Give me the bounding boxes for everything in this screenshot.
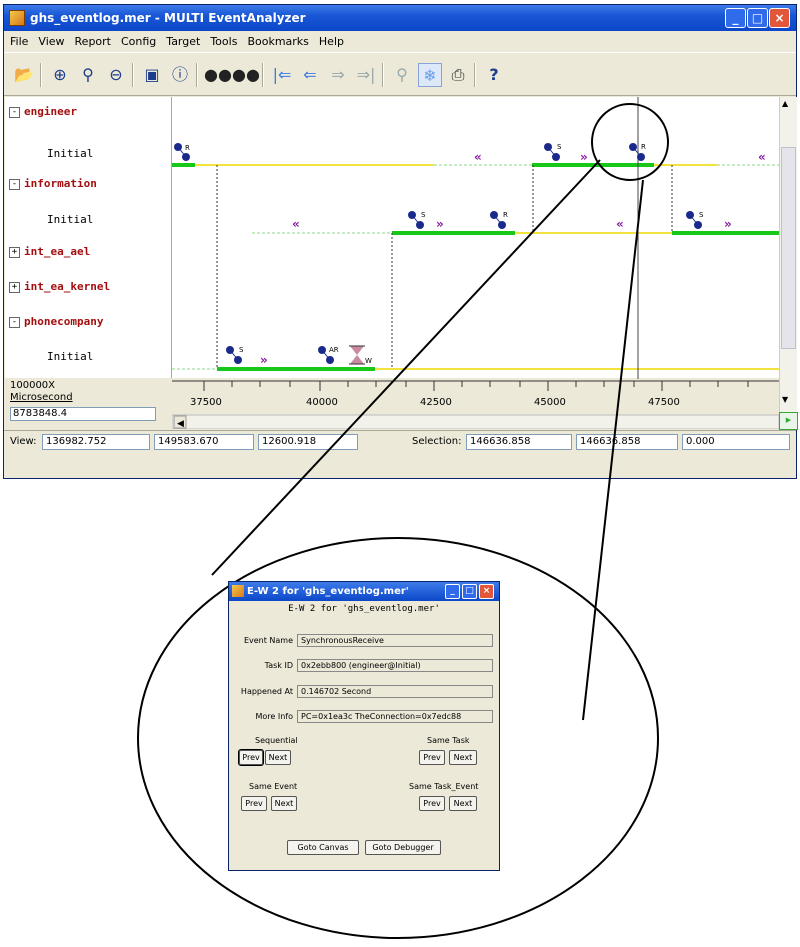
event-details-dialog: E-W 2 for 'ghs_eventlog.mer' _ □ × E-W 2…	[228, 581, 500, 871]
same-task-next-button[interactable]: Next	[449, 750, 477, 765]
event-name-field[interactable]: SynchronousReceive	[297, 634, 493, 647]
dialog-app-icon	[232, 585, 244, 597]
happened-at-label: Happened At	[240, 687, 293, 696]
same-event-next-button[interactable]: Next	[271, 796, 297, 811]
same-task-event-next-button[interactable]: Next	[449, 796, 477, 811]
same-task-event-label: Same Task_Event	[409, 782, 479, 791]
same-event-prev-button[interactable]: Prev	[241, 796, 267, 811]
same-event-label: Same Event	[249, 782, 298, 791]
same-task-event-prev-button[interactable]: Prev	[419, 796, 445, 811]
dialog-minimize-button[interactable]: _	[445, 584, 460, 599]
goto-debugger-button[interactable]: Goto Debugger	[365, 840, 441, 855]
goto-canvas-button[interactable]: Goto Canvas	[287, 840, 359, 855]
task-id-label: Task ID	[264, 661, 293, 670]
dialog-close-button[interactable]: ×	[479, 584, 494, 599]
happened-at-field[interactable]: 0.146702 Second	[297, 685, 493, 698]
dialog-title: E-W 2 for 'ghs_eventlog.mer'	[247, 586, 409, 597]
sequential-label: Sequential	[255, 736, 298, 745]
more-info-field[interactable]: PC=0x1ea3c TheConnection=0x7edc88	[297, 710, 493, 723]
more-info-label: More Info	[255, 712, 293, 721]
dialog-heading: E-W 2 for 'ghs_eventlog.mer'	[288, 604, 440, 614]
dialog-title-bar[interactable]: E-W 2 for 'ghs_eventlog.mer' _ □ ×	[229, 582, 499, 601]
sequential-next-button[interactable]: Next	[265, 750, 291, 765]
task-id-field[interactable]: 0x2ebb800 (engineer@Initial)	[297, 659, 493, 672]
event-name-label: Event Name	[243, 636, 293, 645]
same-task-prev-button[interactable]: Prev	[419, 750, 445, 765]
sequential-prev-button[interactable]: Prev	[238, 749, 264, 766]
same-task-label: Same Task	[427, 736, 470, 745]
dialog-maximize-button[interactable]: □	[462, 584, 477, 599]
